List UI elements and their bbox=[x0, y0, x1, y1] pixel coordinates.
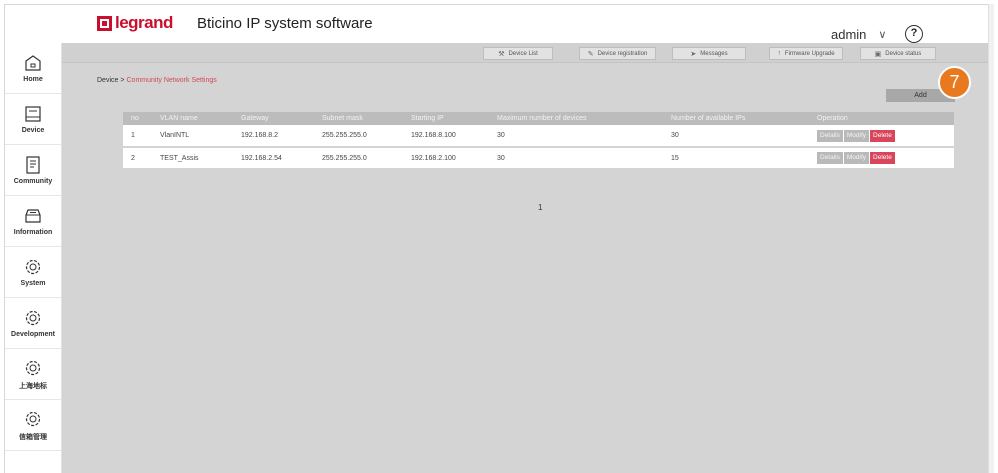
cell-gateway: 192.168.2.54 bbox=[233, 147, 314, 170]
cell-subnet-mask: 255.255.255.0 bbox=[314, 125, 403, 148]
pagination-page[interactable]: 1 bbox=[538, 203, 542, 212]
button-label: Firmware Upgrade bbox=[784, 50, 835, 57]
table-row: 2 TEST_Assis 192.168.2.54 255.255.255.0 … bbox=[123, 147, 954, 170]
button-label: Device registration bbox=[597, 50, 648, 57]
cell-starting-ip: 192.168.2.100 bbox=[403, 147, 489, 170]
sidebar-item-home[interactable]: Home bbox=[5, 43, 61, 94]
cell-available-ips: 15 bbox=[663, 147, 809, 170]
cell-gateway: 192.168.8.2 bbox=[233, 125, 314, 148]
legrand-logo-icon bbox=[97, 15, 112, 31]
breadcrumb: Device > Community Network Settings bbox=[97, 77, 217, 84]
column-header: Operation bbox=[809, 112, 954, 125]
table-row: 1 VlanINTL 192.168.8.2 255.255.255.0 192… bbox=[123, 125, 954, 148]
details-button[interactable]: Details bbox=[817, 152, 843, 164]
sidebar-item-mailbox[interactable]: 信箱管理 bbox=[5, 400, 61, 451]
modify-button[interactable]: Modify bbox=[843, 129, 870, 142]
sidebar-item-label: Device bbox=[21, 127, 45, 134]
sidebar: Home Device Community Information System… bbox=[5, 43, 62, 473]
sidebar-item-device[interactable]: Device bbox=[5, 94, 61, 145]
community-icon bbox=[26, 156, 40, 174]
column-header: Subnet mask bbox=[314, 112, 403, 125]
header: legrand Bticino IP system software admin… bbox=[5, 5, 989, 43]
monitor-icon: ▣ bbox=[874, 50, 882, 58]
cell-no: 2 bbox=[123, 147, 152, 170]
send-icon: ➤ bbox=[690, 50, 697, 58]
sidebar-item-label: 上海地标 bbox=[19, 382, 47, 390]
device-registration-button[interactable]: ✎ Device registration bbox=[579, 47, 656, 60]
device-status-button[interactable]: ▣ Device status bbox=[860, 47, 936, 60]
window-scrollbar[interactable] bbox=[988, 4, 994, 473]
delete-button[interactable]: Delete bbox=[870, 152, 895, 164]
gear-icon bbox=[25, 310, 41, 326]
sidebar-item-information[interactable]: Information bbox=[5, 196, 61, 247]
user-menu[interactable]: admin ∨ bbox=[831, 27, 886, 42]
pencil-icon: ✎ bbox=[587, 50, 594, 58]
messages-button[interactable]: ➤ Messages bbox=[672, 47, 746, 60]
sidebar-item-label: Development bbox=[11, 331, 55, 338]
upload-icon: ↑ bbox=[777, 50, 781, 57]
sidebar-item-label: System bbox=[20, 280, 46, 287]
app-window: legrand Bticino IP system software admin… bbox=[4, 4, 989, 473]
button-label: Device status bbox=[885, 50, 922, 57]
chevron-down-icon: ∨ bbox=[878, 29, 887, 41]
home-icon bbox=[25, 55, 41, 71]
sidebar-item-label: 信箱管理 bbox=[19, 433, 47, 441]
username: admin bbox=[831, 27, 867, 42]
sidebar-item-landmark[interactable]: 上海地标 bbox=[5, 349, 61, 400]
breadcrumb-current: Community Network Settings bbox=[126, 77, 217, 84]
cell-subnet-mask: 255.255.255.0 bbox=[314, 147, 403, 170]
breadcrumb-root[interactable]: Device bbox=[97, 77, 118, 84]
cell-available-ips: 30 bbox=[663, 125, 809, 148]
brand-name: legrand bbox=[115, 13, 173, 32]
cell-starting-ip: 192.168.8.100 bbox=[403, 125, 489, 148]
table-header-row: no VLAN name Gateway Subnet mask Startin… bbox=[123, 112, 954, 125]
cell-no: 1 bbox=[123, 125, 152, 148]
details-button[interactable]: Details bbox=[817, 129, 843, 142]
gear-icon bbox=[25, 259, 41, 275]
cell-operation: Details Modify Delete bbox=[809, 147, 954, 170]
step-badge: 7 bbox=[938, 66, 971, 99]
cell-max-devices: 30 bbox=[489, 147, 663, 170]
brand-logo: legrand bbox=[97, 13, 173, 33]
main-content: ⚒ Device List ✎ Device registration ➤ Me… bbox=[62, 43, 989, 473]
vlan-table: no VLAN name Gateway Subnet mask Startin… bbox=[123, 112, 954, 170]
sidebar-item-system[interactable]: System bbox=[5, 247, 61, 298]
device-list-button[interactable]: ⚒ Device List bbox=[483, 47, 553, 60]
column-header: Number of available IPs bbox=[663, 112, 809, 125]
app-title: Bticino IP system software bbox=[197, 15, 373, 32]
column-header: no bbox=[123, 112, 152, 125]
button-label: Messages bbox=[700, 50, 728, 57]
breadcrumb-separator: > bbox=[120, 77, 125, 84]
sidebar-item-development[interactable]: Development bbox=[5, 298, 61, 349]
toolbar: ⚒ Device List ✎ Device registration ➤ Me… bbox=[62, 43, 989, 63]
sidebar-item-label: Home bbox=[23, 76, 43, 83]
firmware-upgrade-button[interactable]: ↑ Firmware Upgrade bbox=[769, 47, 843, 60]
information-icon bbox=[25, 209, 41, 223]
cell-vlan-name: VlanINTL bbox=[152, 125, 233, 148]
gear-icon bbox=[25, 360, 41, 375]
sidebar-item-community[interactable]: Community bbox=[5, 145, 61, 196]
cell-operation: Details Modify Delete bbox=[809, 125, 954, 148]
cell-vlan-name: TEST_Assis bbox=[152, 147, 233, 170]
sidebar-item-label: Information bbox=[13, 229, 53, 236]
delete-button[interactable]: Delete bbox=[870, 129, 895, 142]
cell-max-devices: 30 bbox=[489, 125, 663, 148]
column-header: Maximum number of devices bbox=[489, 112, 663, 125]
column-header: Gateway bbox=[233, 112, 314, 125]
column-header: VLAN name bbox=[152, 112, 233, 125]
wrench-icon: ⚒ bbox=[498, 50, 505, 58]
button-label: Device List bbox=[508, 50, 538, 57]
help-icon[interactable]: ? bbox=[905, 25, 923, 43]
sidebar-item-label: Community bbox=[13, 178, 53, 185]
column-header: Starting IP bbox=[403, 112, 489, 125]
device-icon bbox=[25, 106, 41, 122]
gear-icon bbox=[25, 411, 41, 426]
modify-button[interactable]: Modify bbox=[843, 152, 870, 164]
